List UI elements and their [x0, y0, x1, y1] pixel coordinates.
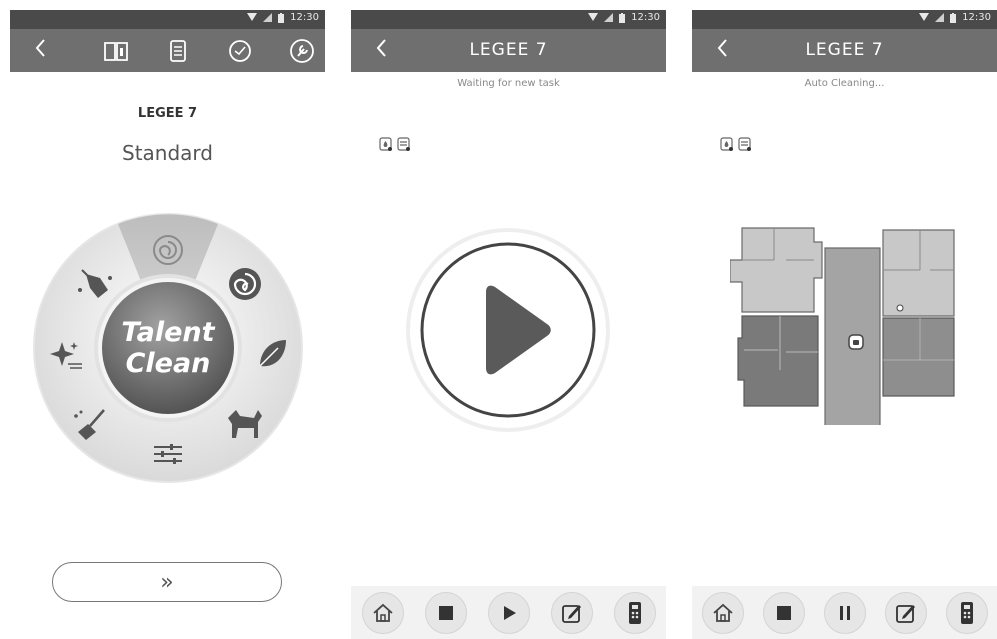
charging-dock-icon — [896, 304, 904, 312]
schedule-button[interactable] — [226, 37, 254, 65]
start-clean-control — [406, 228, 610, 432]
mop-icon — [738, 137, 751, 151]
battery-icon — [278, 12, 285, 23]
robot-position-icon — [848, 334, 864, 350]
deep-clean-icon[interactable] — [229, 268, 261, 300]
remote-icon — [960, 601, 973, 624]
remote-control-button[interactable] — [613, 591, 656, 634]
home-button[interactable] — [701, 591, 744, 634]
manual-book-button[interactable] — [102, 37, 130, 65]
play-button[interactable] — [487, 591, 530, 634]
stop-icon — [776, 605, 791, 620]
water-tank-icon — [379, 137, 392, 151]
document-button[interactable] — [164, 37, 192, 65]
status-time: 12:30 — [290, 12, 319, 23]
wifi-icon — [919, 13, 930, 21]
home-icon — [372, 603, 393, 622]
pause-button[interactable] — [823, 591, 866, 634]
map-room-bottom-right — [882, 317, 955, 397]
screen-auto-cleaning: 12:30 LEGEE 7 Auto Cleaning... — [692, 10, 997, 639]
manual-book-icon — [104, 42, 128, 61]
remote-icon — [628, 601, 641, 624]
pause-icon — [839, 605, 850, 620]
back-icon — [35, 39, 45, 57]
custom-settings-icon[interactable] — [154, 444, 182, 464]
document-icon — [170, 40, 186, 62]
center-label-line1: Talent — [121, 317, 215, 348]
status-bar: 12:30 — [692, 10, 997, 29]
center-label-line2: Clean — [126, 348, 211, 379]
wrench-icon — [290, 39, 314, 63]
map-room-top-right — [882, 229, 955, 317]
home-icon — [712, 603, 733, 622]
stop-icon — [438, 605, 453, 620]
screen-waiting: 12:30 LEGEE 7 Waiting for new task — [351, 10, 666, 639]
status-bar: 12:30 — [351, 10, 666, 29]
remote-control-button[interactable] — [945, 591, 988, 634]
robot-status-text: Auto Cleaning... — [804, 78, 885, 89]
battery-icon — [950, 12, 957, 23]
edit-button[interactable] — [550, 591, 593, 634]
stop-button[interactable] — [424, 591, 467, 634]
next-chevrons-icon: » — [160, 569, 174, 595]
bottom-toolbar — [692, 586, 997, 639]
signal-icon — [935, 13, 945, 22]
top-toolbar: LEGEE 7 — [351, 29, 666, 72]
back-button[interactable] — [34, 37, 48, 66]
robot-status-text: Waiting for new task — [457, 78, 560, 89]
device-title: LEGEE 7 — [469, 40, 548, 60]
battery-icon — [619, 12, 626, 23]
next-button[interactable]: » — [52, 562, 282, 602]
wifi-icon — [247, 13, 258, 21]
top-toolbar: LEGEE 7 — [692, 29, 997, 72]
water-tank-icon — [720, 137, 733, 151]
signal-icon — [604, 13, 614, 22]
mop-icon — [397, 137, 410, 151]
cleaning-map[interactable] — [730, 220, 962, 425]
clock-icon — [229, 40, 251, 62]
map-room-bottom-left — [737, 315, 819, 407]
device-title: LEGEE 7 — [805, 40, 884, 60]
play-icon — [503, 605, 516, 620]
edit-icon — [895, 604, 915, 623]
device-name: LEGEE 7 — [137, 106, 198, 121]
edit-button[interactable] — [884, 591, 927, 634]
mode-wheel: Talent Clean — [33, 213, 303, 483]
status-time: 12:30 — [631, 12, 660, 23]
status-time: 12:30 — [962, 12, 991, 23]
wifi-icon — [588, 13, 599, 21]
settings-button[interactable] — [288, 37, 316, 65]
map-room-top-left — [730, 227, 823, 313]
status-bar: 12:30 — [10, 10, 325, 29]
home-button[interactable] — [361, 591, 404, 634]
bottom-toolbar — [351, 586, 666, 639]
edit-icon — [561, 604, 581, 623]
signal-icon — [263, 13, 273, 22]
stop-button[interactable] — [762, 591, 805, 634]
top-toolbar — [10, 29, 325, 72]
mode-label: Standard — [122, 141, 213, 165]
screen-mode-select: 12:30 LEGEE 7 Standard Talent Clean » — [10, 10, 325, 639]
